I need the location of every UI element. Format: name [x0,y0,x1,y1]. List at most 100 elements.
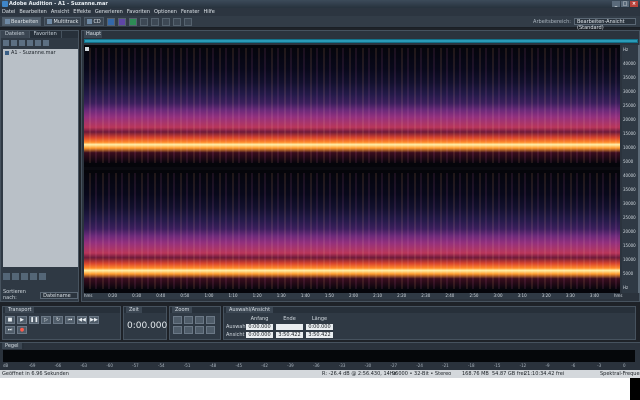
status-size: 168.76 MB [462,371,489,377]
main-tab[interactable]: Haupt [84,31,102,38]
zoom-to-right-icon[interactable] [184,326,193,334]
pause-button[interactable]: ❚❚ [29,316,39,324]
view-length-field[interactable]: 3:50.422 [306,332,333,338]
level-tick-label: 0 [623,363,626,368]
frequency-tick-label: 15000 [623,243,636,248]
time-selection-tool[interactable] [139,17,148,26]
workspace-dropdown[interactable]: Bearbeiten-Ansicht (Standard) [574,18,636,31]
zoom-in-horizontal-icon[interactable] [173,316,182,324]
rewind-button[interactable]: ◀◀ [77,316,87,324]
levels-panel: Pegel dB -69 -66 -63 -60 -57 -54 -51 -48 -45 -42 -3… [0,342,640,370]
title-bar: Adobe Audition - A1 - Suzanne.mar _ □ × [0,0,640,8]
selection-end-field[interactable] [276,324,303,330]
level-tick-label: -36 [313,363,320,368]
time-panel: Zeit 0:00.000 [123,306,167,340]
multitrack-view-button[interactable]: Multitrack [44,17,82,26]
view-start-field[interactable]: 0:00.000 [246,332,273,338]
time-title: Zeit [126,307,142,313]
level-tick-label: -60 [106,363,113,368]
show-loops-icon[interactable] [12,272,19,280]
zoom-to-left-icon[interactable] [173,326,182,334]
window-controls: _ □ × [612,1,638,7]
spectrogram-right-channel [84,173,620,289]
frequency-tick-label: 15000 [623,131,636,136]
brush-tool[interactable] [172,17,181,26]
healing-tool[interactable] [183,17,192,26]
spectral-display[interactable] [84,45,620,293]
menu-datei[interactable]: Datei [2,9,15,15]
edit-file-icon[interactable] [19,40,25,46]
spectral-view-tool[interactable] [117,17,126,26]
loop-file-icon[interactable] [43,40,49,46]
level-tick-label: -12 [519,363,527,368]
zoom-selection-icon[interactable] [195,326,204,334]
zoom-out-horizontal-icon[interactable] [184,316,193,324]
zoom-in-vertical-icon[interactable] [206,316,215,324]
corner-button[interactable] [85,47,89,51]
transport-panel: Transport ■ ▶ ❚❚ ▷ ↻ ⏮ ◀◀ ▶▶ ⏭ ● [2,306,121,340]
selection-length-field[interactable]: 0:00.000 [306,324,333,330]
list-item[interactable]: A1 - Suzanne.mar [3,49,78,57]
marquee-tool[interactable] [150,17,159,26]
header-end: Ende [283,316,296,322]
minimize-button[interactable]: _ [612,1,620,7]
menu-favoriten[interactable]: Favoriten [127,9,150,15]
zoom-panel: Zoom [169,306,221,340]
frequency-tick-label: 5000 [623,159,634,164]
time-tick-label: 1:30 [276,293,286,298]
insert-multitrack-icon[interactable] [27,40,33,46]
loop-play-button[interactable]: ↻ [53,316,63,324]
files-toolbar [1,38,78,48]
go-to-start-button[interactable]: ⏮ [65,316,75,324]
menu-bearbeiten[interactable]: Bearbeiten [19,9,46,15]
frequency-tick-label: 25000 [623,215,636,220]
window-title: Adobe Audition - A1 - Suzanne.mar [9,1,108,7]
waveform-view-tool[interactable] [106,17,115,26]
cd-view-button[interactable]: CD [84,17,104,26]
menu-effekte[interactable]: Effekte [73,9,91,15]
tab-favoriten[interactable]: Favoriten [30,31,62,38]
record-button[interactable]: ● [17,326,27,334]
play-file-icon[interactable] [35,40,41,46]
tab-dateien[interactable]: Dateien [1,31,30,38]
workspace-label: Arbeitsbereich: [533,18,571,25]
show-video-icon[interactable] [21,272,28,280]
lasso-tool[interactable] [161,17,170,26]
show-audio-icon[interactable] [3,272,10,280]
zoom-out-full-icon[interactable] [195,316,204,324]
fast-forward-button[interactable]: ▶▶ [89,316,99,324]
edit-view-button[interactable]: Bearbeiten [2,17,42,26]
view-end-field[interactable]: 3:50.422 [276,332,303,338]
full-path-icon[interactable] [30,272,37,280]
frequency-tick-label: 10000 [623,257,636,262]
menu-generieren[interactable]: Generieren [95,9,123,15]
go-to-end-button[interactable]: ⏭ [5,326,15,334]
menu-ansicht[interactable]: Ansicht [51,9,69,15]
import-file-icon[interactable] [3,40,9,46]
play-button[interactable]: ▶ [17,316,27,324]
selection-start-field[interactable]: 0:00.000 [246,324,273,330]
pan-view-tool[interactable] [128,17,137,26]
sort-dropdown[interactable]: Dateiname [40,291,78,299]
menu-hilfe[interactable]: Hilfe [203,9,214,15]
time-tick-label: hms [84,293,93,298]
level-tick-label: dB [3,363,9,368]
zoom-out-vertical-icon[interactable] [206,326,215,334]
main-editor: Haupt Hz 40000 35000 30000 25000 20000 15000 10… [81,30,640,302]
desktop-area [0,378,640,400]
close-file-icon[interactable] [11,40,17,46]
frequency-tick-label: 30000 [623,89,636,94]
row-label-selection: Auswahl [226,324,247,330]
menu-fenster[interactable]: Fenster [181,9,200,15]
maximize-button[interactable]: □ [621,1,629,7]
level-tick-label: -15 [493,363,501,368]
play-to-end-button[interactable]: ▷ [41,316,51,324]
overview-bar[interactable] [84,39,638,43]
close-button[interactable]: × [630,1,638,7]
stop-button[interactable]: ■ [5,316,15,324]
menu-optionen[interactable]: Optionen [154,9,177,15]
autoplay-icon[interactable] [39,272,46,280]
toolbar: Bearbeiten Multitrack CD Arbeitsbereich:… [0,16,640,31]
level-tick-label: -33 [338,363,346,368]
transport-title: Transport [5,307,35,313]
